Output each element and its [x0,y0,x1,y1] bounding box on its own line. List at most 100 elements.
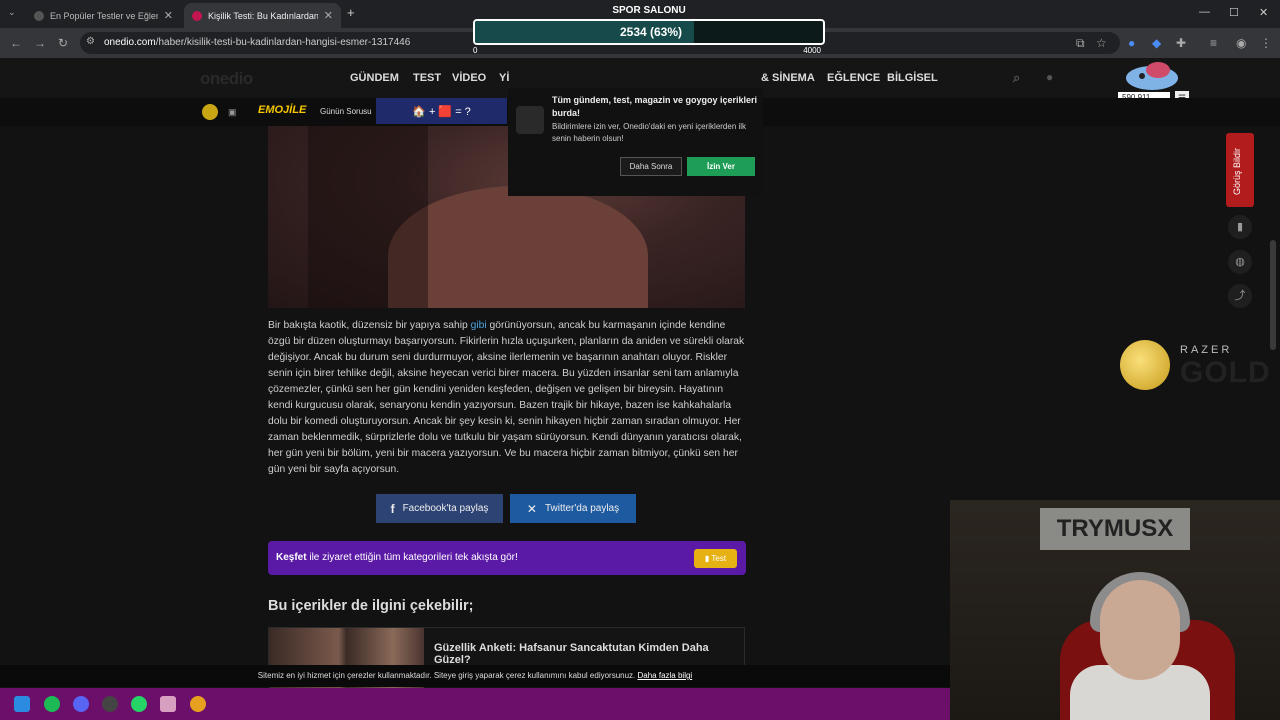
feedback-button[interactable]: Görüş Bildir [1226,133,1254,207]
badge-label: Test [711,554,727,563]
mascot-icon [1126,62,1178,90]
daily-quiz-banner[interactable]: 🏠 + 🟥 = ? [376,98,507,124]
notification-later-button[interactable]: Daha Sonra [620,157,682,176]
url-path: /haber/kisilik-testi-bu-kadinlardan-hang… [155,37,411,48]
trophy-icon[interactable] [202,104,218,120]
new-tab-button[interactable]: + [347,5,355,20]
share-icon[interactable]: ⤴ [1228,284,1252,308]
tab-close-icon[interactable]: ✕ [324,9,333,22]
tab-search-icon[interactable]: ⌄ [8,7,16,18]
back-icon[interactable]: ← [10,36,22,50]
kesfet-desc: ile ziyaret ettiğin tüm kategorileri tek… [306,552,518,563]
onedio-app-icon [516,106,544,134]
webcam-overlay: TRYMUSX [950,500,1280,720]
comments-icon[interactable]: ◍ [1228,250,1252,274]
webcam-person-face [1100,580,1180,680]
goal-label: SPOR SALONU [612,5,686,16]
cookie-text: Sitemiz en iyi hizmet için çerezler kull… [257,671,638,680]
chrome-icon[interactable] [190,696,206,712]
screen: ⌄ En Popüler Testler ve Eğlenceli ✕ Kişi… [0,0,1280,720]
related-card-title[interactable]: Güzellik Anketi: Hafsanur Sancaktutan Ki… [434,642,744,666]
notification-allow-button[interactable]: İzin Ver [687,157,755,176]
nav-bilgisel[interactable]: BİLGİSEL [887,72,938,84]
more-menu-icon[interactable]: ⋮ [1260,36,1272,50]
extensions-puzzle-icon[interactable]: ✚ [1176,36,1186,50]
search-icon[interactable]: ⌕ [1013,70,1020,86]
site-logo[interactable]: onedio [200,69,253,89]
facebook-share-label: Facebook'ta paylaş [402,503,489,514]
spotify-icon[interactable] [44,696,60,712]
ad-product: GOLD [1180,356,1271,389]
goal-min: 0 [473,46,478,55]
gunun-sorusu-label[interactable]: Günün Sorusu [320,107,372,116]
save-bookmark-icon[interactable]: ▮ [1228,215,1252,239]
kesfet-test-badge[interactable]: ▮ Test [694,549,737,568]
tab-title: Kişilik Testi: Bu Kadınlardan Han [208,10,318,21]
stream-goal-overlay: SPOR SALONU 2534 (63%) 0 4000 [473,0,825,58]
close-window-button[interactable]: ✕ [1259,6,1268,19]
paragraph-text-2: görünüyorsun, ancak bu karmaşanın içinde… [268,320,745,475]
quiz-text: 🏠 + 🟥 = ? [412,105,471,118]
notification-body: Bildirimlere izin ver, Onedio'daki en ye… [552,122,747,143]
onedio-favicon-icon [34,10,44,21]
feedback-label: Görüş Bildir [1232,147,1242,195]
maximize-button[interactable]: ☐ [1229,6,1239,19]
goal-value: 2534 (63%) [619,25,683,39]
minimize-button[interactable]: — [1199,6,1210,18]
x-icon: ✕ [526,501,537,516]
notification-title: Tüm gündem, test, magazin ve goygoy içer… [552,95,758,118]
goal-max: 4000 [803,46,821,55]
app-icon[interactable] [102,696,118,712]
nav-sinema[interactable]: & SİNEMA [761,72,815,84]
facebook-icon: f [390,501,395,516]
bookmark-star-icon[interactable]: ☆ [1096,36,1107,50]
nav-gundem[interactable]: GÜNDEM [350,72,399,84]
kesfet-text: Keşfet ile ziyaret ettiğin tüm kategoril… [276,552,518,563]
kesfet-banner[interactable]: Keşfet ile ziyaret ettiğin tüm kategoril… [268,541,746,575]
discord-icon[interactable] [73,696,89,712]
grid-icon[interactable]: ▣ [228,107,237,118]
page-scrollbar[interactable] [1270,240,1276,350]
tab-popular-tests[interactable]: En Popüler Testler ve Eğlenceli ✕ [26,3,181,28]
razer-gold-ad[interactable]: RAZER GOLD [1120,338,1270,392]
article-paragraph: Bir bakışta kaotik, düzensiz bir yapıya … [268,318,746,478]
webcam-sign: TRYMUSX [1040,508,1190,550]
tab-title: En Popüler Testler ve Eğlenceli [50,10,158,21]
photos-icon[interactable] [160,696,176,712]
install-icon[interactable]: ⧉ [1076,36,1085,51]
site-info-icon[interactable]: ⚙ [86,36,95,47]
inline-link[interactable]: gibi [471,320,487,331]
profile-icon[interactable]: ◉ [1236,36,1246,50]
taskbar [0,688,950,720]
windows-start-icon[interactable] [14,696,30,712]
ad-brand: RAZER [1180,344,1233,356]
emojile-logo[interactable]: EMOJİLE [258,104,306,116]
nav-test[interactable]: TEST [413,72,441,84]
facebook-share-button[interactable]: f Facebook'ta paylaş [376,494,503,523]
paragraph-text-1: Bir bakışta kaotik, düzensiz bir yapıya … [268,320,471,331]
related-heading: Bu içerikler de ilgini çekebilir; [268,598,474,614]
cookie-bar: Sitemiz en iyi hizmet için çerezler kull… [0,665,950,687]
user-icon[interactable]: ● [1046,70,1053,84]
tab-personality-test[interactable]: Kişilik Testi: Bu Kadınlardan Han ✕ [184,3,341,28]
twitter-share-button[interactable]: ✕ Twitter'da paylaş [510,494,636,523]
cookie-more-link[interactable]: Daha fazla bilgi [638,671,693,680]
reload-icon[interactable]: ↻ [58,36,68,50]
tab-close-icon[interactable]: ✕ [164,9,173,22]
url-text: onedio.com/haber/kisilik-testi-bu-kadinl… [104,37,410,48]
onedio-favicon-icon [192,10,202,21]
nav-eglence[interactable]: EĞLENCE [827,72,880,84]
razer-coin-icon [1120,340,1170,390]
extension-icon[interactable]: ● [1128,36,1135,50]
url-host: onedio.com [104,37,156,48]
extension-icon[interactable]: ◆ [1152,36,1161,50]
nav-video[interactable]: VİDEO [452,72,486,84]
twitter-share-label: Twitter'da paylaş [544,503,620,514]
hero-shadow [308,126,428,308]
reading-list-icon[interactable]: ≡ [1210,36,1217,50]
kesfet-bold: Keşfet [276,552,307,563]
nav-yi[interactable]: Yİ [499,72,509,84]
notification-popup: Tüm gündem, test, magazin ve goygoy içer… [508,88,763,196]
forward-icon[interactable]: → [34,36,46,50]
whatsapp-icon[interactable] [131,696,147,712]
